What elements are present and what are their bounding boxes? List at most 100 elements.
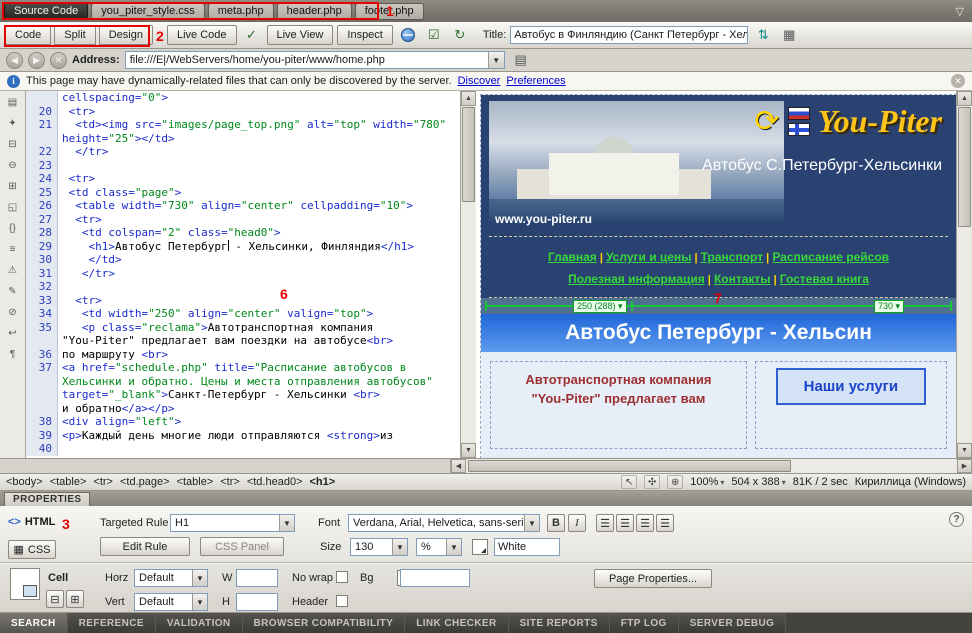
tab-source-code[interactable]: Source Code <box>4 3 88 20</box>
code-line[interactable]: 35 <p class="reclama">Автотранспортная к… <box>26 321 460 335</box>
align-left-icon[interactable]: ☰ <box>596 514 614 532</box>
code-line[interactable]: "You-Piter" предлагает вам поездки на ав… <box>26 334 460 348</box>
site-banner-heading[interactable]: Автобус Петербург - Хельсин <box>481 314 956 352</box>
help-icon[interactable]: ? <box>949 512 964 527</box>
scrollbar-thumb[interactable] <box>958 107 971 227</box>
column-width-menu[interactable]: 250 (288) ▾ <box>573 300 627 313</box>
code-line[interactable]: height="25"></td> <box>26 132 460 146</box>
site-tagline[interactable]: Автобус С.Петербург-Хельсинки <box>702 157 942 175</box>
code-line[interactable]: 21 <td><img src="images/page_top.png" al… <box>26 118 460 132</box>
zoom-tool-icon[interactable]: ⊕ <box>667 475 683 489</box>
align-right-icon[interactable]: ☰ <box>636 514 654 532</box>
font-select[interactable]: Verdana, Arial, Helvetica, sans-serif▼ <box>348 514 540 532</box>
cell-width-input[interactable] <box>236 569 278 587</box>
edit-rule-button[interactable]: Edit Rule <box>100 537 190 556</box>
tag-selector-item[interactable]: <h1> <box>310 476 336 488</box>
code-line[interactable]: 37<a href="schedule.php" title="Расписан… <box>26 361 460 375</box>
code-line[interactable]: 25 <td class="page"> <box>26 186 460 200</box>
code-line[interactable]: 23 <box>26 159 460 173</box>
code-line[interactable]: 40 <box>26 442 460 456</box>
select-tool-icon[interactable]: ↖ <box>621 475 637 489</box>
page-properties-button[interactable]: Page Properties... <box>594 569 712 588</box>
apply-comment-icon[interactable]: ✎ <box>4 283 22 300</box>
bold-button[interactable]: B <box>547 514 565 532</box>
code-line[interactable]: 22 </tr> <box>26 145 460 159</box>
refresh-design-view-icon[interactable]: ↻ <box>449 25 471 45</box>
code-line[interactable]: 29 <h1>Автобус Петербург - Хельсинки, Фи… <box>26 240 460 254</box>
no-wrap-checkbox[interactable] <box>336 571 348 583</box>
text-color-input[interactable]: White <box>494 538 560 556</box>
related-file-tab[interactable]: meta.php <box>208 3 274 20</box>
text-color-swatch[interactable] <box>472 539 488 555</box>
panel-tab-link-checker[interactable]: LINK CHECKER <box>405 613 508 633</box>
targeted-rule-select[interactable]: H1▼ <box>170 514 295 532</box>
design-view-button[interactable]: Design <box>99 25 153 45</box>
expand-all-icon[interactable]: ⊞ <box>4 178 22 195</box>
bg-color-input[interactable] <box>400 569 470 587</box>
browser-back-icon[interactable]: ◀ <box>6 52 23 69</box>
related-file-tab[interactable]: you_piter_style.css <box>91 3 205 20</box>
header-checkbox[interactable] <box>336 595 348 607</box>
site-url-text[interactable]: www.you-piter.ru <box>495 212 592 226</box>
format-source-code-icon[interactable]: ¶ <box>4 346 22 363</box>
related-file-tab[interactable]: footer.php <box>355 3 424 20</box>
design-view[interactable]: www.you-piter.ru ⟳ You-Piter Автобус С.П… <box>476 91 956 458</box>
scroll-up-icon[interactable]: ▲ <box>461 91 476 106</box>
code-line[interactable]: 28 <td colspan="2" class="head0"> <box>26 226 460 240</box>
css-panel-button[interactable]: CSS Panel <box>200 537 284 556</box>
window-size-select[interactable]: 504 x 388▾ <box>731 476 785 488</box>
tag-selector-item[interactable]: <tr> <box>93 476 113 488</box>
code-line[interactable]: и обратно</a></p> <box>26 402 460 416</box>
panel-tab-reference[interactable]: REFERENCE <box>68 613 156 633</box>
merge-cells-icon[interactable]: ⊟ <box>46 590 64 608</box>
preview-in-browser-icon[interactable] <box>397 25 419 45</box>
panel-tab-validation[interactable]: VALIDATION <box>156 613 243 633</box>
panel-tab-search[interactable]: SEARCH <box>0 613 68 633</box>
close-icon[interactable]: ✕ <box>951 74 965 88</box>
scroll-down-icon[interactable]: ▼ <box>461 443 476 458</box>
collapse-full-tag-icon[interactable]: ⊟ <box>4 136 22 153</box>
code-line[interactable]: 27 <tr> <box>26 213 460 227</box>
hand-tool-icon[interactable]: ✣ <box>644 475 660 489</box>
preferences-link[interactable]: Preferences <box>506 75 565 87</box>
code-line[interactable]: 36по маршруту <br> <box>26 348 460 362</box>
design-scrollbar[interactable]: ▲ ▼ <box>956 91 972 458</box>
code-line[interactable]: Хельсинки и обратно. Цены и места отправ… <box>26 375 460 389</box>
vert-select[interactable]: Default▼ <box>134 593 208 611</box>
tag-selector-item[interactable]: <td.head0> <box>247 476 303 488</box>
show-code-navigator-icon[interactable]: ✦ <box>4 115 22 132</box>
align-justify-icon[interactable]: ☰ <box>656 514 674 532</box>
scrollbar-thumb[interactable] <box>468 460 791 472</box>
inspect-button[interactable]: Inspect <box>337 25 392 45</box>
split-cell-icon[interactable]: ⊞ <box>66 590 84 608</box>
tag-selector-item[interactable]: <table> <box>50 476 87 488</box>
code-scrollbar[interactable]: ▲ ▼ <box>460 91 476 458</box>
document-title-input[interactable]: Автобус в Финляндию (Санкт Петербург - Х… <box>510 26 748 44</box>
code-line[interactable]: 38<div align="left"> <box>26 415 460 429</box>
site-nav-link[interactable]: Контакты <box>714 272 771 286</box>
balance-braces-icon[interactable]: {} <box>4 220 22 237</box>
horz-select[interactable]: Default▼ <box>134 569 208 587</box>
scroll-up-icon[interactable]: ▲ <box>957 91 972 106</box>
site-nav-link[interactable]: Транспорт <box>701 250 763 264</box>
code-view[interactable]: cellspacing="0">20 <tr>21 <td><img src="… <box>26 91 460 458</box>
site-nav-link[interactable]: Главная <box>548 250 597 264</box>
code-line[interactable]: 24 <tr> <box>26 172 460 186</box>
tag-selector-item[interactable]: <table> <box>177 476 214 488</box>
validate-markup-icon[interactable]: ☑ <box>423 25 445 45</box>
code-line[interactable]: 39<p>Каждый день многие люди отправляютс… <box>26 429 460 443</box>
discover-link[interactable]: Discover <box>458 75 501 87</box>
site-nav-link[interactable]: Полезная информация <box>568 272 705 286</box>
stop-loading-icon[interactable]: ✕ <box>50 52 67 69</box>
code-view-button[interactable]: Code <box>5 25 51 45</box>
code-line[interactable]: target="_blank">Санкт-Петербург - Хельси… <box>26 388 460 402</box>
wrap-tag-icon[interactable]: ↩ <box>4 325 22 342</box>
remove-comment-icon[interactable]: ⊘ <box>4 304 22 321</box>
align-center-icon[interactable]: ☰ <box>616 514 634 532</box>
size-unit-select[interactable]: %▼ <box>416 538 462 556</box>
panel-tab-site-reports[interactable]: SITE REPORTS <box>509 613 610 633</box>
panel-tab-browser-compatibility[interactable]: BROWSER COMPATIBILITY <box>243 613 406 633</box>
table-width-markers[interactable]: 250 (288) ▾ 730 ▾ <box>481 298 956 314</box>
related-file-tab[interactable]: header.php <box>277 3 352 20</box>
code-line[interactable]: 31 </tr> <box>26 267 460 281</box>
